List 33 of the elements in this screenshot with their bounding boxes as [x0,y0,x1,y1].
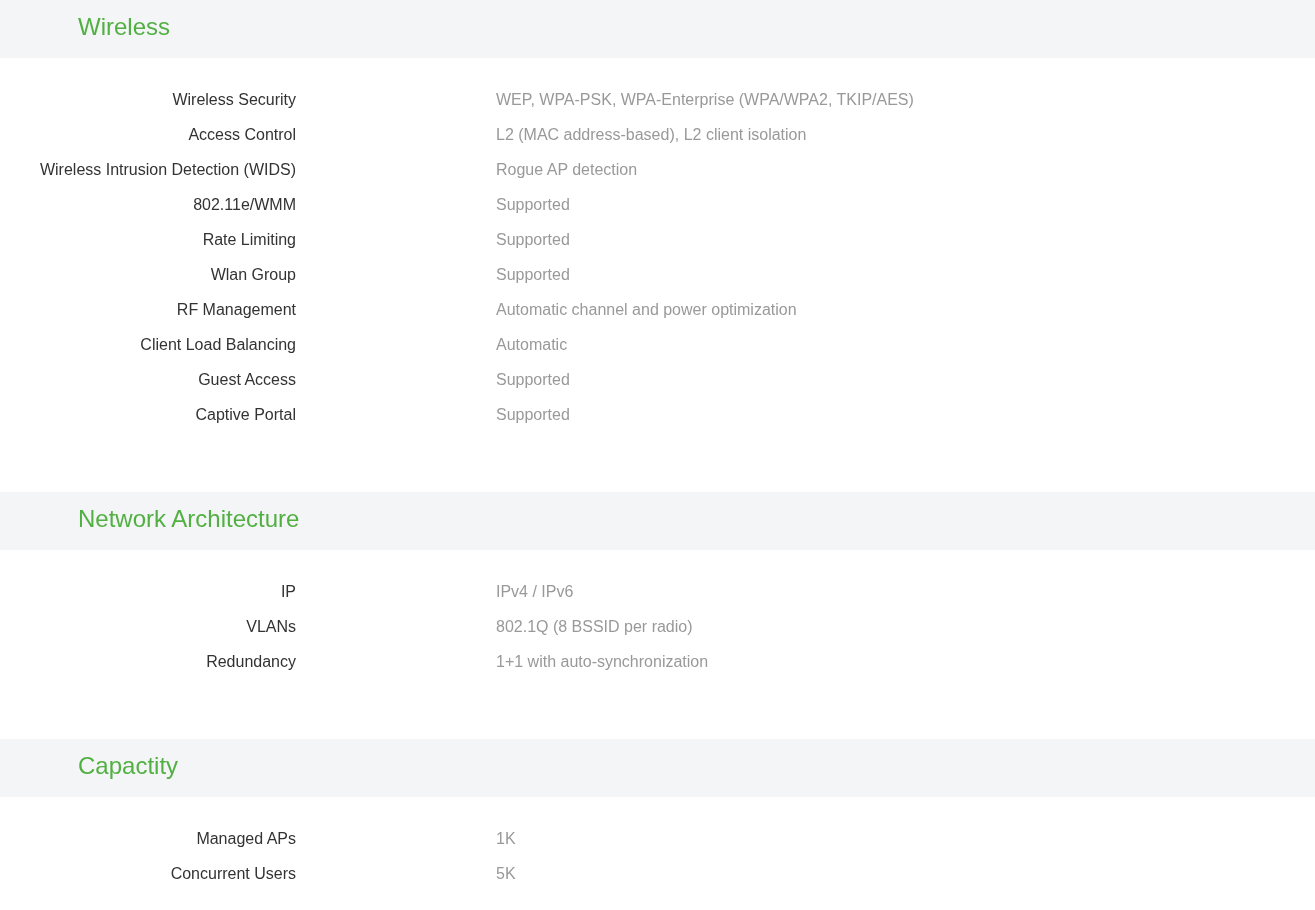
spec-label: Managed APs [195,829,296,848]
spec-value: Rogue AP detection [496,160,638,179]
spec-value: 1K [496,829,516,848]
spec-label: Captive Portal [194,405,296,424]
spec-value: Supported [496,230,570,249]
spec-value: Supported [496,265,570,284]
spec-label: Access Control [187,125,296,144]
spec-label: Client Load Balancing [139,335,296,354]
spec-value: IPv4 / IPv6 [496,582,574,601]
spec-value: 5K [496,864,516,883]
spec-label: RF Management [175,300,296,319]
spec-label: Wireless Intrusion Detection (WIDS) [38,160,296,179]
spec-label: 802.11e/WMM [192,195,296,214]
spec-value: WEP, WPA-PSK, WPA-Enterprise (WPA/WPA2, TKIP/AES) [496,90,914,109]
spec-label: Wireless Security [171,90,296,109]
section-title: Capactity [78,752,179,780]
section-title: Wireless [78,13,170,41]
spec-value: L2 (MAC address-based), L2 client isolation [496,125,807,144]
spec-label: VLANs [245,617,296,636]
spec-value: Automatic channel and power optimization [496,300,797,319]
spec-value: Automatic [496,335,568,354]
section-title: Network Architecture [78,505,300,533]
spec-label: Redundancy [205,652,296,671]
spec-value: Supported [496,370,570,389]
spec-label: IP [279,582,296,601]
spec-value: 1+1 with auto-synchronization [496,652,709,671]
spec-value: Supported [496,405,570,424]
spec-label: Guest Access [197,370,296,389]
spec-label: Rate Limiting [201,230,296,249]
spec-label: Concurrent Users [169,864,296,883]
spec-label: Wlan Group [209,265,296,284]
spec-value: Supported [496,195,570,214]
spec-value: 802.1Q (8 BSSID per radio) [496,617,693,636]
